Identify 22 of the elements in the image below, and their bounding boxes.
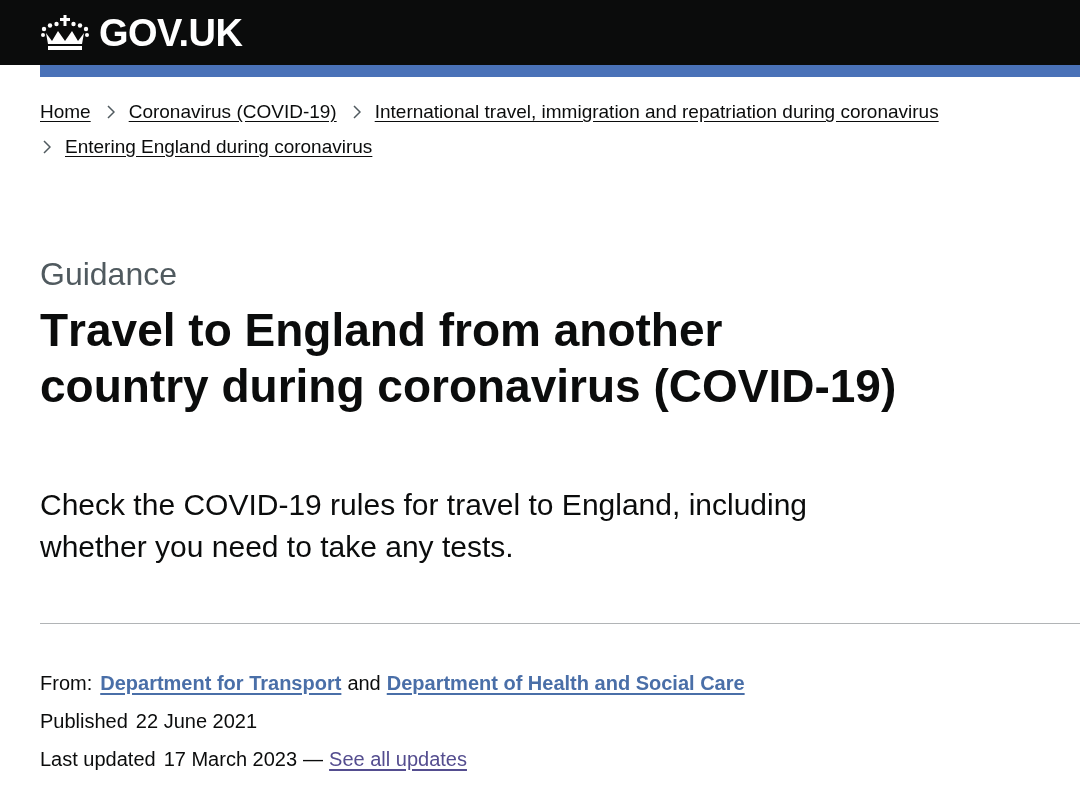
chevron-right-icon: [106, 105, 115, 119]
updated-date: 17 March 2023: [163, 747, 298, 772]
govuk-logo-link[interactable]: GOV.UK: [40, 10, 243, 55]
published-label: Published: [40, 709, 128, 734]
see-all-updates-link[interactable]: See all updates: [329, 740, 467, 778]
page-title: Travel to England from another country during coronavirus (COVID-19): [40, 303, 898, 414]
breadcrumb-link[interactable]: Entering England during coronavirus: [65, 134, 373, 160]
chevron-right-icon: [43, 140, 51, 154]
crown-icon: [40, 14, 90, 51]
summary-text: Check the COVID-19 rules for travel to England, including whether you need to take any tests.: [40, 487, 809, 565]
chevron-right-icon: [352, 105, 361, 119]
dash-separator: —: [303, 747, 324, 772]
published-date: 22 June 2021: [135, 709, 258, 734]
breadcrumb-link[interactable]: International travel, immigration and repatriation during coronavirus: [374, 99, 939, 125]
organisation-link[interactable]: Department of Health and Social Care: [386, 664, 745, 702]
breadcrumb-link[interactable]: Coronavirus (COVID-19): [128, 99, 337, 125]
organisation-link[interactable]: Department for Transport: [100, 664, 342, 702]
updated-label: Last updated: [40, 747, 156, 772]
from-label: From:: [40, 671, 93, 696]
breadcrumb-link[interactable]: Home: [40, 99, 91, 125]
conjunction-text: and: [347, 671, 381, 696]
content-type-caption: Guidance: [40, 255, 177, 294]
